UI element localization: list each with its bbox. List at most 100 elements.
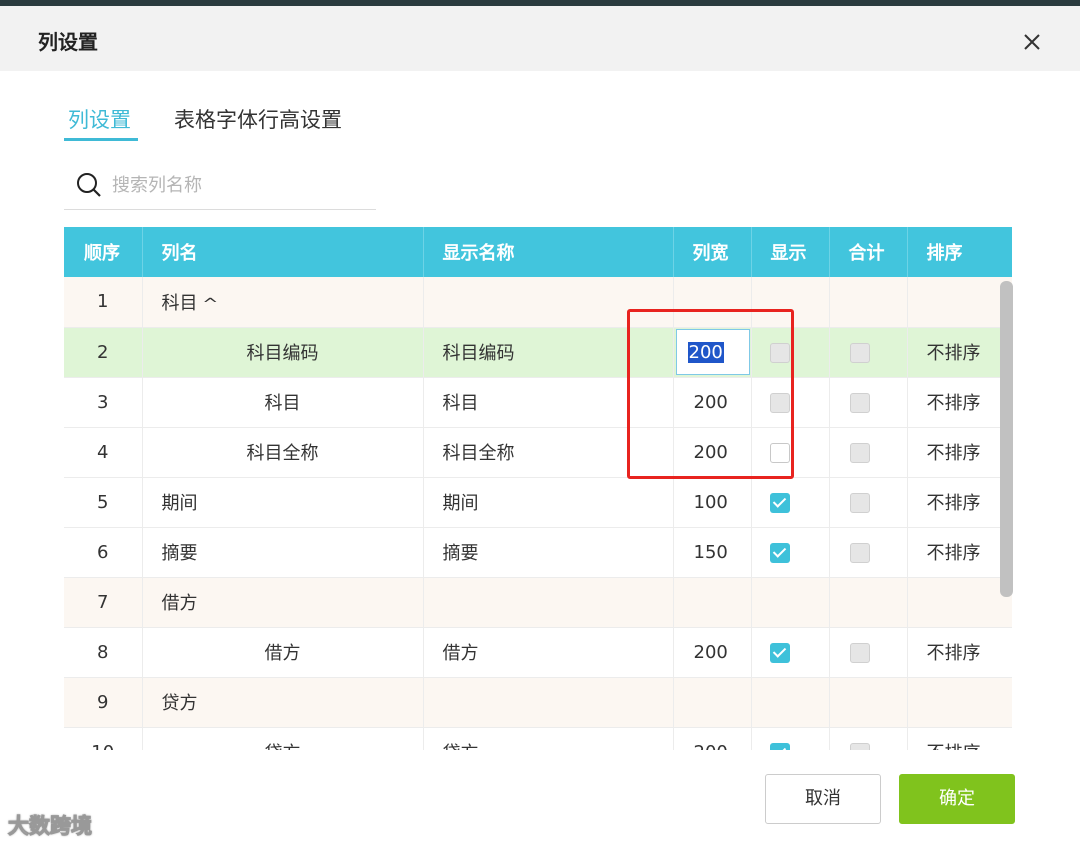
search-input[interactable] <box>112 170 362 200</box>
cell-show <box>751 277 830 328</box>
column-width-input[interactable]: 200 <box>675 329 750 375</box>
cell-sort[interactable]: 不排序 <box>907 477 1012 528</box>
table-row[interactable]: 2 科目编码 科目编码 200 不排序 <box>64 327 1012 378</box>
cell-sort[interactable] <box>907 277 1012 328</box>
search-icon <box>77 173 101 197</box>
cell-display-name[interactable] <box>423 577 674 628</box>
chevron-up-icon[interactable]: ^ <box>202 295 218 313</box>
cell-column-name: 科目 <box>142 377 424 428</box>
cell-display-name[interactable] <box>423 677 674 728</box>
cell-display-name[interactable]: 摘要 <box>423 527 674 578</box>
cell-sort[interactable]: 不排序 <box>907 327 1012 378</box>
cell-sort[interactable] <box>907 677 1012 728</box>
cell-total <box>829 527 908 578</box>
table-scrollbar[interactable] <box>1000 281 1013 597</box>
close-button[interactable] <box>1018 28 1046 56</box>
show-checkbox[interactable] <box>769 442 790 463</box>
cell-display-name[interactable]: 期间 <box>423 477 674 528</box>
show-checkbox[interactable] <box>769 642 790 663</box>
cell-column-width[interactable] <box>673 677 752 728</box>
column-name-text: 科目 <box>161 292 198 314</box>
cell-show <box>751 427 830 478</box>
header-sort: 排序 <box>907 227 1012 277</box>
confirm-button[interactable]: 确定 <box>899 774 1015 824</box>
column-table: 顺序 列名 显示名称 列宽 显示 合计 排序 1 科目 ^ 2 科目编码 科目编码 200 不… <box>64 227 1012 750</box>
cell-column-width[interactable]: 200 <box>673 627 752 678</box>
cell-show <box>751 677 830 728</box>
cell-column-width[interactable]: 200 <box>673 427 752 478</box>
total-checkbox <box>849 542 870 563</box>
cell-total <box>829 477 908 528</box>
show-checkbox <box>769 392 790 413</box>
table-header-row: 顺序 列名 显示名称 列宽 显示 合计 排序 <box>64 227 1012 277</box>
header-column-width: 列宽 <box>673 227 752 277</box>
cell-total <box>829 277 908 328</box>
cell-order: 10 <box>64 727 143 750</box>
cell-sort[interactable]: 不排序 <box>907 427 1012 478</box>
cell-display-name[interactable]: 借方 <box>423 627 674 678</box>
table-row[interactable]: 4 科目全称 科目全称 200 不排序 <box>64 427 1012 478</box>
cell-display-name[interactable]: 科目编码 <box>423 327 674 378</box>
show-checkbox <box>769 342 790 363</box>
cell-show <box>751 327 830 378</box>
cell-total <box>829 677 908 728</box>
table-row[interactable]: 3 科目 科目 200 不排序 <box>64 377 1012 428</box>
header-total: 合计 <box>829 227 908 277</box>
column-name-text: 借方 <box>264 643 301 664</box>
show-checkbox[interactable] <box>769 492 790 513</box>
column-name-text: 贷方 <box>161 693 198 714</box>
total-checkbox <box>849 392 870 413</box>
cell-column-width[interactable]: 200 <box>673 327 752 378</box>
column-width-value: 200 <box>693 441 728 463</box>
cell-sort[interactable]: 不排序 <box>907 727 1012 750</box>
cell-column-width[interactable]: 200 <box>673 377 752 428</box>
cell-order: 3 <box>64 377 143 428</box>
cell-column-name: 科目编码 <box>142 327 424 378</box>
tab-column-settings[interactable]: 列设置 <box>68 104 131 134</box>
cell-order: 5 <box>64 477 143 528</box>
cell-column-name: 借方 <box>142 627 424 678</box>
cell-column-width[interactable]: 200 <box>673 727 752 750</box>
cell-column-width[interactable]: 100 <box>673 477 752 528</box>
cell-display-name[interactable]: 科目全称 <box>423 427 674 478</box>
cell-display-name[interactable]: 贷方 <box>423 727 674 750</box>
cell-column-name: 贷方 <box>142 727 424 750</box>
column-name-text: 科目 <box>264 393 301 414</box>
cell-order: 9 <box>64 677 143 728</box>
table-row[interactable]: 9 贷方 <box>64 677 1012 728</box>
table-row[interactable]: 10贷方贷方200不排序 <box>64 727 1012 750</box>
cell-column-width[interactable] <box>673 277 752 328</box>
total-checkbox <box>849 642 870 663</box>
cell-total <box>829 427 908 478</box>
header-order: 顺序 <box>64 227 143 277</box>
cell-column-name: 科目全称 <box>142 427 424 478</box>
cell-total <box>829 577 908 628</box>
column-width-value: 150 <box>693 541 728 563</box>
cell-column-width[interactable] <box>673 577 752 628</box>
cell-sort[interactable]: 不排序 <box>907 627 1012 678</box>
show-checkbox[interactable] <box>769 542 790 563</box>
table-row[interactable]: 7 借方 <box>64 577 1012 628</box>
watermark-logo: 大数跨境 <box>8 814 93 839</box>
cell-sort[interactable] <box>907 577 1012 628</box>
show-checkbox[interactable] <box>769 742 790 750</box>
cell-show <box>751 577 830 628</box>
cell-sort[interactable]: 不排序 <box>907 377 1012 428</box>
column-name-text: 期间 <box>161 493 198 514</box>
cell-total <box>829 327 908 378</box>
cancel-button[interactable]: 取消 <box>765 774 881 824</box>
total-checkbox <box>849 342 870 363</box>
table-row[interactable]: 5 期间 期间 100 不排序 <box>64 477 1012 528</box>
cell-display-name[interactable] <box>423 277 674 328</box>
close-icon <box>1024 34 1040 50</box>
cell-show <box>751 477 830 528</box>
table-row[interactable]: 6 摘要 摘要 150 不排序 <box>64 527 1012 578</box>
cell-column-name: 贷方 <box>142 677 424 728</box>
table-row[interactable]: 8 借方 借方 200 不排序 <box>64 627 1012 678</box>
cell-sort[interactable]: 不排序 <box>907 527 1012 578</box>
cell-column-width[interactable]: 150 <box>673 527 752 578</box>
cell-display-name[interactable]: 科目 <box>423 377 674 428</box>
tab-font-row-height[interactable]: 表格字体行高设置 <box>174 104 342 134</box>
column-search <box>64 162 376 210</box>
table-row[interactable]: 1 科目 ^ <box>64 277 1012 328</box>
